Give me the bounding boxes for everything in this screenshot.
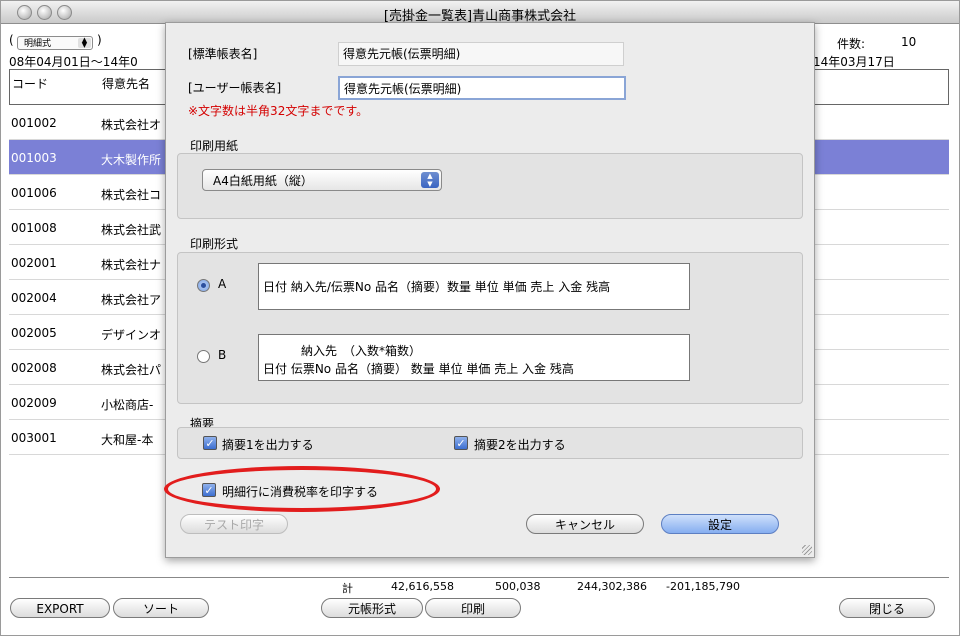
row-code: 002001 [11,256,57,270]
paren-close: ) [97,33,102,47]
format-a-radio[interactable] [197,279,210,292]
char-limit-warning: ※文字数は半角32文字までです。 [188,104,369,118]
format-section-title: 印刷形式 [190,237,239,251]
paper-select-value: A4白紙用紙（縦） [213,174,313,188]
sort-button[interactable]: ソート [113,598,209,618]
row-customer-name: 株式会社武 [101,223,162,237]
format-a-preview: 日付 納入先/伝票No 品名（摘要）数量 単位 単価 売上 入金 残高 [258,263,690,310]
row-customer-name: 大木製作所 [101,153,162,167]
row-customer-name: 株式会社コ [101,188,162,202]
memo2-label[interactable]: 摘要2を出力する [474,436,566,453]
memo1-checkbox[interactable]: ✓ [203,436,217,450]
totals-value-4: -201,185,790 [666,580,740,593]
ledger-format-button[interactable]: 元帳形式 [321,598,423,618]
totals-value-1: 42,616,558 [391,580,454,593]
display-mode-select[interactable]: 明細式 ▲ ▼ [17,36,93,50]
format-b-label[interactable]: B [218,348,226,362]
column-code[interactable]: コード [12,75,48,92]
ok-button[interactable]: 設定 [661,514,779,534]
output-date: 14年03月17日 [813,55,895,69]
format-group: A 日付 納入先/伝票No 品名（摘要）数量 単位 単価 売上 入金 残高 B … [177,252,803,404]
totals-value-3: 244,302,386 [577,580,647,593]
row-customer-name: 小松商店- [101,398,154,412]
row-customer-name: 株式会社オ [101,118,162,132]
format-b-line2: 日付 伝票No 品名（摘要） 数量 単位 単価 売上 入金 残高 [263,362,574,376]
updown-arrows-icon: ▲ ▼ [421,172,439,188]
row-code: 001008 [11,221,57,235]
memo-group: ✓ 摘要1を出力する ✓ 摘要2を出力する [177,427,803,459]
highlight-ellipse [164,466,440,512]
cancel-button[interactable]: キャンセル [526,514,644,534]
row-customer-name: デザインオ [101,328,162,342]
count-label: 件数: [837,37,866,51]
standard-name-field: 得意先元帳(伝票明細) [338,42,624,66]
memo1-label[interactable]: 摘要1を出力する [222,436,314,453]
totals-value-2: 500,038 [495,580,541,593]
row-customer-name: 株式会社ナ [101,258,162,272]
resize-grip-icon[interactable] [802,545,812,555]
user-name-input[interactable]: 得意先元帳(伝票明細) [338,76,626,100]
row-customer-name: 大和屋-本 [101,433,154,447]
memo2-checkbox[interactable]: ✓ [454,436,468,450]
format-b-radio[interactable] [197,350,210,363]
format-a-columns: 日付 納入先/伝票No 品名（摘要）数量 単位 単価 売上 入金 残高 [263,280,611,294]
totals-label: 計 [342,582,353,595]
test-print-button: テスト印字 [180,514,288,534]
row-code: 002009 [11,396,57,410]
title-bar[interactable]: [売掛金一覧表]青山商事株式会社 [1,1,959,24]
row-code: 002008 [11,361,57,375]
row-customer-name: 株式会社ア [101,293,162,307]
close-button[interactable]: 閉じる [839,598,935,618]
paren-open: ( [9,33,14,47]
row-code: 002004 [11,291,57,305]
user-name-label: [ユーザー帳表名] [188,81,282,95]
format-a-label[interactable]: A [218,277,226,291]
row-code: 002005 [11,326,57,340]
row-code: 001006 [11,186,57,200]
date-range: 08年04月01日〜14年0 [9,55,138,69]
format-b-line1: 納入先 （入数*箱数） [301,344,422,358]
row-code: 001003 [11,151,57,165]
row-customer-name: 株式会社パ [101,363,162,377]
display-mode-value: 明細式 [24,39,52,49]
paper-section-title: 印刷用紙 [190,139,239,153]
count-value: 10 [901,35,917,49]
standard-name-label: [標準帳表名] [188,47,258,61]
paper-select[interactable]: A4白紙用紙（縦） ▲ ▼ [202,169,442,191]
paper-group: A4白紙用紙（縦） ▲ ▼ [177,153,803,219]
status-divider [9,577,949,578]
column-customer-name[interactable]: 得意先名 [102,75,150,92]
export-button[interactable]: EXPORT [10,598,110,618]
print-button[interactable]: 印刷 [425,598,521,618]
format-b-preview: 納入先 （入数*箱数） 日付 伝票No 品名（摘要） 数量 単位 単価 売上 入… [258,334,690,381]
row-code: 001002 [11,116,57,130]
updown-arrows-icon: ▲ ▼ [78,37,91,49]
row-code: 003001 [11,431,57,445]
